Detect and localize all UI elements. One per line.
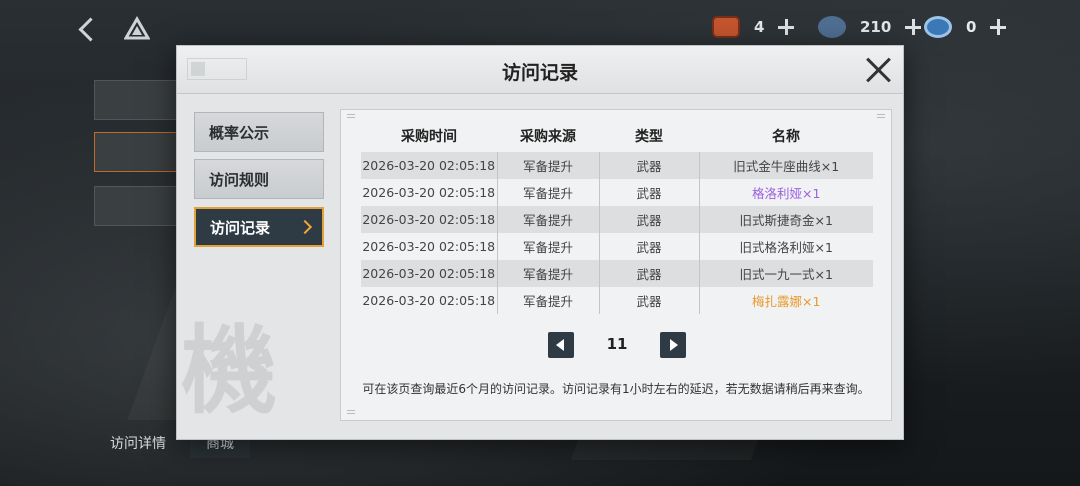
cell-source: 军备提升 <box>496 206 599 233</box>
corner-mark-icon <box>877 114 885 118</box>
nav-item-label: 访问规则 <box>209 170 270 189</box>
coin-icon <box>924 16 952 38</box>
table-row: 2026-03-20 02:05:18 军备提升 武器 梅扎露娜×1 <box>361 287 873 314</box>
home-icon <box>123 16 151 40</box>
next-page-button[interactable] <box>660 332 686 358</box>
currency-slot-3: 0 <box>924 14 1007 40</box>
page-number: 11 <box>606 335 628 353</box>
cell-time: 2026-03-20 02:05:18 <box>362 293 496 308</box>
chevron-right-icon <box>297 219 313 235</box>
cell-source: 军备提升 <box>496 233 599 260</box>
cell-type: 武器 <box>598 152 699 179</box>
cell-time: 2026-03-20 02:05:18 <box>361 206 497 233</box>
cell-time: 2026-03-20 02:05:18 <box>361 260 497 287</box>
dialog-nav: 機 概率公示 访问规则 访问记录 <box>177 96 335 439</box>
currency-value: 0 <box>966 18 977 36</box>
currency-value: 210 <box>860 18 892 36</box>
table-row: 2026-03-20 02:05:18 军备提升 武器 旧式格洛利娅×1 <box>361 233 873 260</box>
record-dialog: 访问记录 機 概率公示 访问规则 访问记录 采购时间 采购来源 类型 名称 20… <box>176 45 904 440</box>
cell-source: 军备提升 <box>496 152 599 179</box>
cell-name: 旧式斯捷奇金×1 <box>698 206 873 233</box>
cell-type: 武器 <box>598 206 699 233</box>
currency-slot-1: 4 <box>712 14 795 40</box>
nav-item-label: 访问记录 <box>210 218 271 237</box>
dialog-title: 访问记录 <box>501 62 578 84</box>
column-header: 采购时间 <box>401 129 457 145</box>
ticket-icon <box>712 16 740 38</box>
cell-source: 军备提升 <box>496 260 599 287</box>
cell-type: 武器 <box>598 233 699 260</box>
cell-type: 武器 <box>598 260 699 287</box>
dialog-header: 访问记录 <box>177 46 903 94</box>
banner-thumbnail[interactable] <box>94 80 180 120</box>
nav-item-rates[interactable]: 概率公示 <box>194 112 324 152</box>
cell-time: 2026-03-20 02:05:18 <box>361 152 497 179</box>
cell-time: 2026-03-20 02:05:18 <box>362 239 496 254</box>
corner-mark-icon <box>347 410 355 414</box>
add-currency-button[interactable] <box>990 19 1007 35</box>
close-button[interactable] <box>865 56 893 84</box>
cell-name: 旧式格洛利娅×1 <box>698 233 873 260</box>
cell-name: 梅扎露娜×1 <box>698 287 873 314</box>
home-button[interactable] <box>123 16 151 42</box>
add-currency-button[interactable] <box>905 19 922 35</box>
cell-type: 武器 <box>598 287 699 314</box>
column-header: 类型 <box>635 129 663 145</box>
column-header: 名称 <box>772 129 800 145</box>
table-row: 2026-03-20 02:05:18 军备提升 武器 格洛利娅×1 <box>361 179 873 206</box>
records-table: 采购时间 采购来源 类型 名称 2026-03-20 02:05:18 军备提升武… <box>361 120 873 314</box>
banner-thumbnail[interactable] <box>94 186 180 226</box>
currency-value: 4 <box>754 18 765 36</box>
watermark-glyph: 機 <box>181 314 277 427</box>
bottom-tab-details[interactable]: 访问详情 <box>94 428 182 458</box>
currency-slot-2: 210 <box>818 14 922 40</box>
cell-time: 2026-03-20 02:05:18 <box>362 185 496 200</box>
cell-source: 军备提升 <box>496 179 599 206</box>
add-currency-button[interactable] <box>778 19 795 35</box>
cell-name: 旧式金牛座曲线×1 <box>698 152 873 179</box>
records-panel: 采购时间 采购来源 类型 名称 2026-03-20 02:05:18 军备提升武… <box>340 109 892 421</box>
column-header: 采购来源 <box>520 129 576 145</box>
table-row: 2026-03-20 02:05:18 军备提升 武器 旧式一九一式×1 <box>361 260 873 287</box>
notice-text: 可在该页查询最近6个月的访问记录。访问记录有1小时左右的延迟，若无数据请稍后再来… <box>362 382 870 396</box>
nav-item-label: 概率公示 <box>209 123 270 142</box>
pagination: 11 <box>341 332 891 358</box>
nav-item-records[interactable]: 访问记录 <box>194 207 324 247</box>
table-header-row: 采购时间 采购来源 类型 名称 <box>361 120 873 152</box>
banner-thumbnail[interactable] <box>94 132 180 172</box>
table-row: 2026-03-20 02:05:18 军备提升 武器 旧式金牛座曲线×1 <box>361 152 873 179</box>
corner-mark-icon <box>347 114 355 118</box>
cell-type: 武器 <box>598 179 699 206</box>
cell-name: 格洛利娅×1 <box>698 179 873 206</box>
back-button[interactable] <box>74 16 100 42</box>
cell-name: 旧式一九一式×1 <box>698 260 873 287</box>
nav-item-rules[interactable]: 访问规则 <box>194 159 324 199</box>
cell-source: 军备提升 <box>496 287 599 314</box>
crystal-icon <box>818 16 846 38</box>
table-row: 2026-03-20 02:05:18 军备提升 武器 旧式斯捷奇金×1 <box>361 206 873 233</box>
prev-page-button[interactable] <box>548 332 574 358</box>
